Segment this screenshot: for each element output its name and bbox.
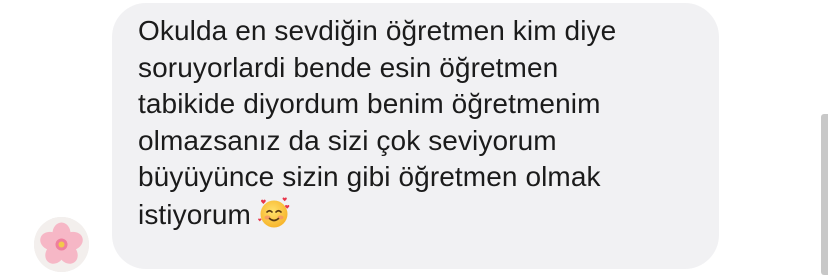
message-line-2: soruyorlardi bende esin öğretmen (138, 51, 559, 83)
smiling-face-with-hearts-icon (257, 196, 291, 240)
chat-view: Okulda en sevdiğin öğretmen kim diye sor… (0, 0, 828, 275)
message-line-4: olmazsanız da sizi çok seviyorum (138, 124, 557, 156)
message-line-6: istiyorum (138, 198, 251, 230)
pink-flower-avatar-icon[interactable] (34, 217, 89, 272)
message-line-5: büyüyünce sizin gibi öğretmen olmak (138, 161, 601, 192)
message-line-3: tabikide diyordum benim öğretmenim (138, 88, 601, 119)
message-bubble[interactable]: Okulda en sevdiğin öğretmen kim diye sor… (112, 3, 719, 269)
scrollbar[interactable] (821, 114, 828, 275)
message-text: Okulda en sevdiğin öğretmen kim diye sor… (138, 13, 697, 239)
message-line-1: Okulda en sevdiğin öğretmen kim diye (138, 15, 617, 46)
